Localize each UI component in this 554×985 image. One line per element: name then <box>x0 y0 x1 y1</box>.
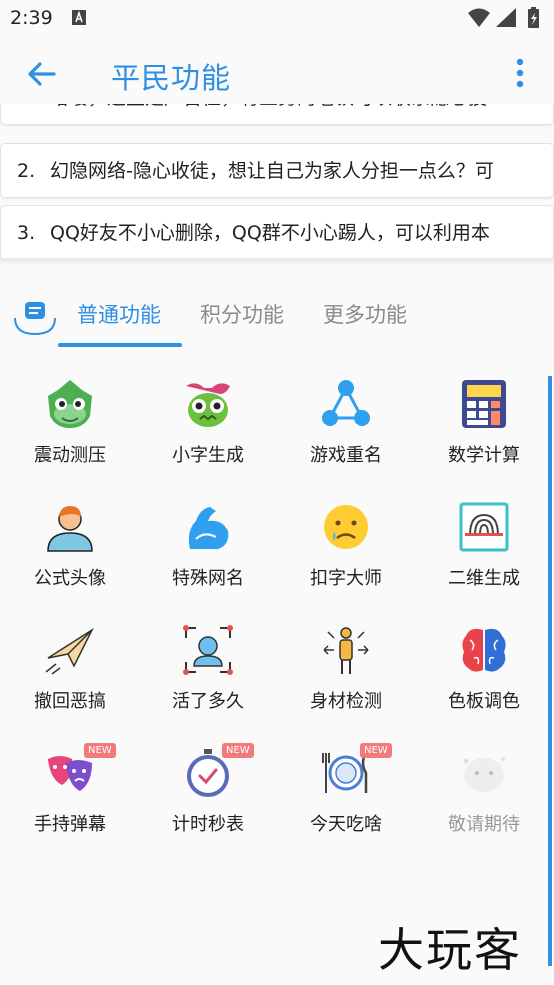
notice-text: 幻隐网络-隐心收徒，想让自己为家人分担一点么？可 <box>50 160 494 182</box>
feature-label: 公式头像 <box>34 568 106 589</box>
feature-label: 震动测压 <box>34 445 106 466</box>
watermark: 大玩客 <box>378 923 522 977</box>
notice-text: 哈喽，这里是广告位，有业务的老铁可以联系隐心投 <box>50 104 487 124</box>
face-scan-icon <box>183 625 233 675</box>
status-time: 2:39 <box>10 7 53 29</box>
notice-list: 1. 哈喽，这里是广告位，有业务的老铁可以联系隐心投 2. 幻隐网络-隐心收徒，… <box>0 104 554 262</box>
fingerprint-scan-icon <box>459 502 509 552</box>
feature-item[interactable]: 色板调色 <box>414 614 552 732</box>
back-arrow-icon[interactable] <box>22 54 62 94</box>
tab-more[interactable]: 更多功能 <box>323 299 407 329</box>
tab-bar: 普通功能 积分功能 更多功能 <box>0 282 554 350</box>
notice-item[interactable]: 3. QQ好友不小心删除，QQ群不小心踢人，可以利用本 <box>0 205 554 260</box>
feature-label: 活了多久 <box>172 691 244 712</box>
tab-normal[interactable]: 普通功能 <box>77 299 161 329</box>
feature-item[interactable]: NEW 手持弹幕 <box>0 737 138 855</box>
notification-icon <box>72 10 86 25</box>
feature-label: 游戏重名 <box>310 445 382 466</box>
page-title: 平民功能 <box>111 61 232 95</box>
body-measure-icon <box>323 627 369 674</box>
feature-label: 撤回恶搞 <box>34 691 106 712</box>
ghost-placeholder-icon <box>463 757 505 792</box>
brain-icon <box>462 628 506 672</box>
cell-signal-icon <box>496 8 516 27</box>
feature-label: 身材检测 <box>310 691 382 712</box>
feature-item: 敬请期待 <box>414 737 552 855</box>
feature-item[interactable]: 游戏重名 <box>276 368 414 486</box>
new-badge: NEW <box>222 743 254 758</box>
feature-label: 色板调色 <box>448 691 520 712</box>
calculator-icon <box>462 380 506 428</box>
feature-item[interactable]: NEW 今天吃啥 <box>276 737 414 855</box>
feature-label: 敬请期待 <box>448 814 520 835</box>
notice-item[interactable]: 2. 幻隐网络-隐心收徒，想让自己为家人分担一点么？可 <box>0 143 554 198</box>
feature-label: 数学计算 <box>448 445 520 466</box>
feature-item[interactable]: 扣字大师 <box>276 491 414 609</box>
menu-card-icon <box>14 302 56 336</box>
notice-item[interactable]: 1. 哈喽，这里是广告位，有业务的老铁可以联系隐心投 <box>0 104 554 125</box>
signal-battery-icons <box>468 7 539 28</box>
green-monster-icon <box>48 380 92 428</box>
feature-item[interactable]: 公式头像 <box>0 491 138 609</box>
notice-text: QQ好友不小心删除，QQ群不小心踢人，可以利用本 <box>50 222 490 244</box>
app-bar: 平民功能 <box>0 36 554 108</box>
wifi-icon <box>468 8 490 27</box>
feature-label: 手持弹幕 <box>34 814 106 835</box>
tab-points[interactable]: 积分功能 <box>200 299 284 329</box>
new-badge: NEW <box>84 743 116 758</box>
sad-face-icon <box>324 505 368 549</box>
bug-monster-icon <box>186 383 230 427</box>
share-nodes-icon <box>322 380 370 426</box>
feature-item[interactable]: 撤回恶搞 <box>0 614 138 732</box>
status-bar: 2:39 <box>0 0 554 36</box>
new-badge: NEW <box>360 743 392 758</box>
feature-item[interactable]: 数学计算 <box>414 368 552 486</box>
feature-item[interactable]: 活了多久 <box>138 614 276 732</box>
flexed-arm-icon <box>188 507 229 549</box>
person-avatar-icon <box>47 506 93 552</box>
feature-item[interactable]: NEW 计时秒表 <box>138 737 276 855</box>
feature-label: 二维生成 <box>448 568 520 589</box>
divider <box>0 258 554 266</box>
feature-label: 计时秒表 <box>172 814 244 835</box>
feature-label: 今天吃啥 <box>310 814 382 835</box>
notice-number: 2. <box>17 160 36 182</box>
feature-item[interactable]: 震动测压 <box>0 368 138 486</box>
feature-label: 扣字大师 <box>310 568 382 589</box>
feature-item[interactable]: 小字生成 <box>138 368 276 486</box>
feature-item[interactable]: 特殊网名 <box>138 491 276 609</box>
notice-number: 3. <box>17 222 36 244</box>
feature-label: 特殊网名 <box>172 568 244 589</box>
notice-number: 1. <box>17 104 35 124</box>
more-vert-icon[interactable] <box>506 56 534 92</box>
feature-item[interactable]: 二维生成 <box>414 491 552 609</box>
feature-label: 小字生成 <box>172 445 244 466</box>
tab-indicator <box>58 343 182 347</box>
feature-item[interactable]: 身材检测 <box>276 614 414 732</box>
paper-plane-icon <box>45 627 94 675</box>
